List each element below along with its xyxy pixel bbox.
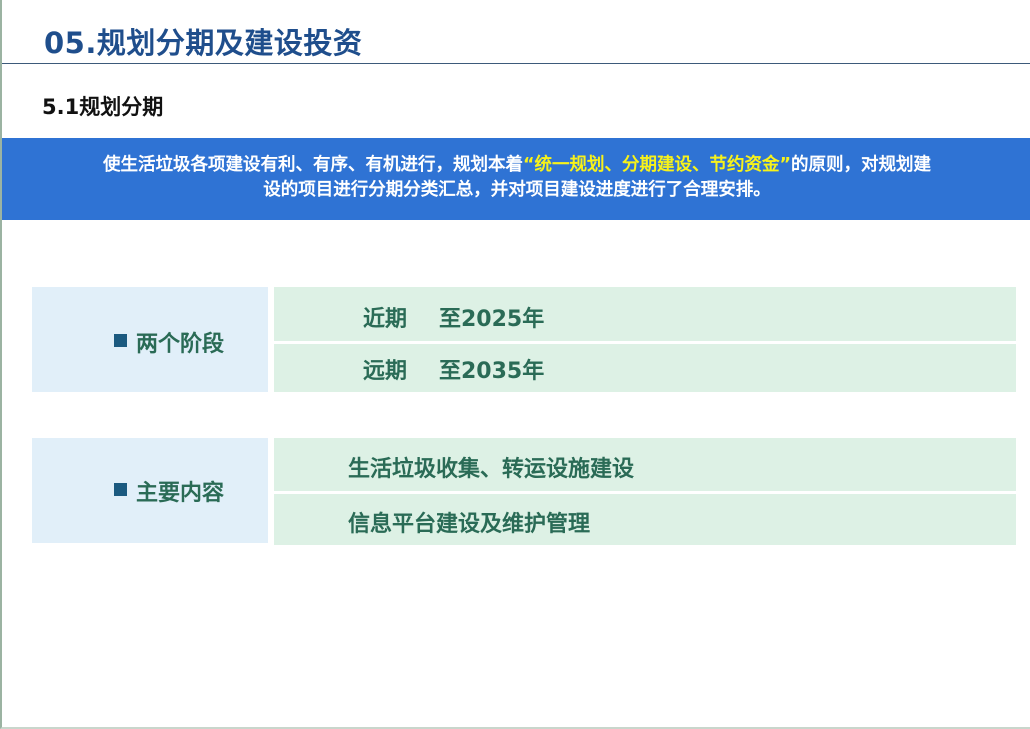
phase-row: 近期 至2025年 bbox=[274, 287, 1016, 341]
phase-target: 至2035年 bbox=[439, 359, 545, 384]
banner-text-line2: 设的项目进行分期分类汇总，并对项目建设进度进行了合理安排。 bbox=[263, 180, 771, 200]
section-subtitle: 5.1规划分期 bbox=[42, 95, 164, 119]
banner-text-after: 的原则，对规划建 bbox=[791, 155, 931, 175]
phase-target: 至2025年 bbox=[439, 307, 545, 332]
content-item: 生活垃圾收集、转运设施建设 bbox=[348, 457, 635, 482]
banner-text-before: 使生活垃圾各项建设有利、有序、有机进行，规划本着 bbox=[102, 155, 523, 175]
banner-highlight: “统一规划、分期建设、节约资金” bbox=[522, 155, 791, 175]
content-row: 生活垃圾收集、转运设施建设 bbox=[274, 438, 1016, 491]
phases-label-box: 两个阶段 bbox=[32, 287, 268, 392]
phase-row: 远期 至2035年 bbox=[274, 344, 1016, 392]
content-item: 信息平台建设及维护管理 bbox=[348, 512, 591, 537]
square-bullet-icon bbox=[114, 483, 127, 496]
contents-label-box: 主要内容 bbox=[32, 438, 268, 543]
contents-label: 主要内容 bbox=[136, 481, 225, 506]
square-bullet-icon bbox=[114, 334, 127, 347]
page-title: 05.规划分期及建设投资 bbox=[44, 26, 363, 60]
phases-label: 两个阶段 bbox=[136, 332, 225, 357]
principle-banner: 使生活垃圾各项建设有利、有序、有机进行，规划本着“统一规划、分期建设、节约资金”… bbox=[2, 138, 1030, 220]
content-row: 信息平台建设及维护管理 bbox=[274, 494, 1016, 545]
title-divider bbox=[2, 63, 1030, 64]
phase-name: 远期 bbox=[363, 359, 408, 384]
slide: 05.规划分期及建设投资 5.1规划分期 使生活垃圾各项建设有利、有序、有机进行… bbox=[0, 0, 1030, 729]
phase-name: 近期 bbox=[363, 307, 408, 332]
